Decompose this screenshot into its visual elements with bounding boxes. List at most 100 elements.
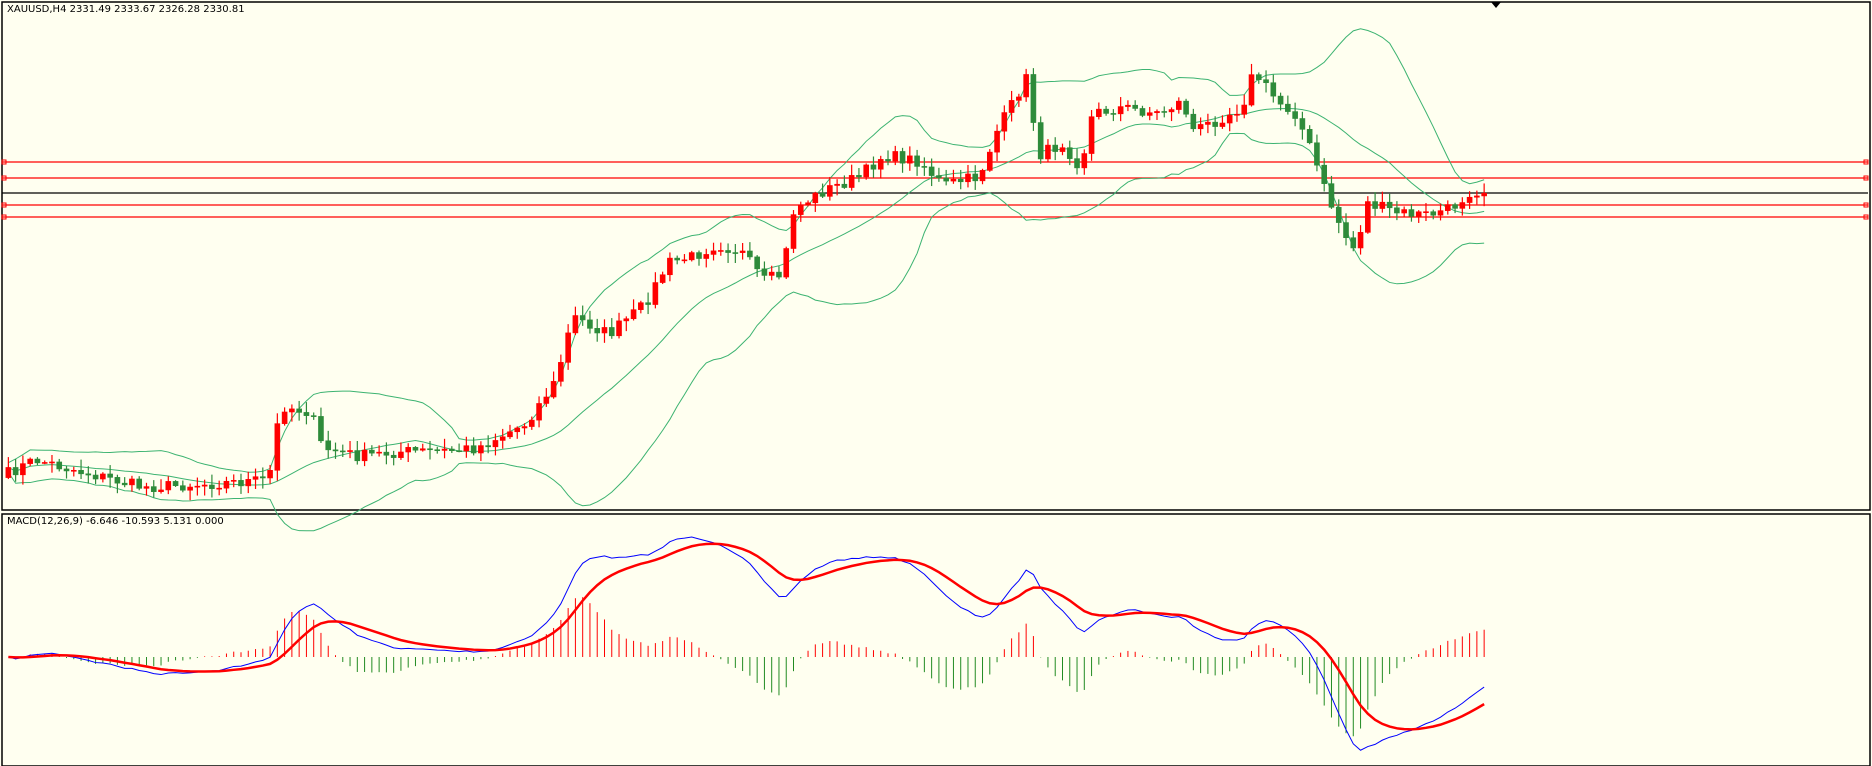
macd-panel[interactable] <box>1 513 1871 766</box>
bear-candle <box>1161 111 1168 113</box>
bear-candle <box>870 164 877 170</box>
bear-candle <box>1328 183 1335 208</box>
bear-candle <box>172 481 179 486</box>
bull-candle <box>281 411 288 424</box>
bear-candle <box>12 467 19 476</box>
bear-candle <box>1190 113 1197 130</box>
bull-candle <box>790 214 797 249</box>
bull-candle <box>834 183 840 186</box>
bear-candle <box>587 319 593 329</box>
bear-candle <box>776 271 782 278</box>
bear-candle <box>732 252 739 254</box>
bull-candle <box>201 484 208 487</box>
bear-candle <box>1074 158 1080 169</box>
bear-candle <box>1183 100 1189 115</box>
bull-candle <box>907 155 913 164</box>
bull-candle <box>710 250 717 255</box>
bull-candle <box>1168 109 1175 113</box>
bear-candle <box>1343 222 1349 239</box>
bull-candle <box>848 175 855 188</box>
bear-candle <box>1277 95 1284 105</box>
bull-candle <box>543 396 550 404</box>
bear-candle <box>696 252 702 259</box>
bear-candle <box>390 454 397 458</box>
bull-candle <box>194 485 201 488</box>
chart-canvas[interactable] <box>0 0 1872 766</box>
bear-candle <box>943 177 949 182</box>
bull-candle <box>1023 74 1029 98</box>
bear-candle <box>1306 129 1313 144</box>
bull-candle <box>994 130 1000 153</box>
bull-candle <box>100 473 106 480</box>
bear-candle <box>914 155 920 167</box>
bull-candle <box>41 462 48 464</box>
bull-candle <box>1176 100 1182 110</box>
bear-candle <box>928 166 935 176</box>
bear-candle <box>136 478 143 489</box>
bull-candle <box>158 489 164 492</box>
bear-candle <box>1299 118 1306 130</box>
bull-candle <box>877 159 884 170</box>
bear-candle <box>470 445 477 454</box>
bear-candle <box>899 151 906 164</box>
bull-candle <box>252 476 259 480</box>
bear-candle <box>1350 237 1357 249</box>
bull-candle <box>558 362 564 382</box>
bear-candle <box>121 482 128 486</box>
bear-candle <box>485 445 491 448</box>
bear-candle <box>957 178 964 183</box>
bear-candle <box>449 448 455 452</box>
bear-candle <box>34 458 41 464</box>
bear-candle <box>318 416 324 442</box>
bull-candle <box>986 151 993 171</box>
bear-candle <box>1212 121 1218 127</box>
bull-candle <box>1401 209 1407 214</box>
bull-candle <box>536 403 542 421</box>
bear-candle <box>434 449 441 452</box>
bull-candle <box>1219 122 1226 127</box>
bull-candle <box>1365 201 1371 233</box>
bull-candle <box>347 450 353 452</box>
bull-candle <box>478 445 484 454</box>
bull-candle <box>805 202 811 206</box>
bull-candle <box>1234 114 1240 116</box>
bull-candle <box>1008 100 1015 113</box>
bear-candle <box>936 175 942 179</box>
bull-candle <box>143 486 150 489</box>
bear-candle <box>754 256 760 270</box>
bear-candle <box>1110 113 1117 115</box>
bull-candle <box>514 427 521 433</box>
bull-candle <box>1146 112 1153 116</box>
bull-candle <box>492 440 499 448</box>
bear-candle <box>594 328 601 334</box>
bear-candle <box>1408 209 1415 217</box>
bear-candle <box>1292 111 1298 119</box>
bear-candle <box>92 474 99 480</box>
bull-candle <box>499 436 506 441</box>
chart-shift-marker[interactable] <box>1491 2 1501 8</box>
bull-candle <box>223 480 230 489</box>
bear-candle <box>114 477 121 484</box>
bull-candle <box>1205 121 1211 125</box>
bull-candle <box>1226 114 1233 124</box>
bull-candle <box>681 259 688 262</box>
bear-candle <box>841 183 848 188</box>
bear-candle <box>1452 204 1458 209</box>
bull-candle <box>1481 192 1487 197</box>
bull-candle <box>216 487 222 490</box>
main-panel[interactable] <box>1 1 1871 511</box>
bear-candle <box>972 173 979 182</box>
bear-candle <box>1386 201 1393 209</box>
bull-candle <box>1117 106 1124 115</box>
bull-candle <box>950 178 957 182</box>
bull-candle <box>1444 204 1451 211</box>
bull-candle <box>1241 104 1248 115</box>
bull-candle <box>601 327 608 334</box>
bull-candle <box>49 461 55 464</box>
bull-candle <box>718 250 724 252</box>
bull-candle <box>1437 210 1444 216</box>
bear-candle <box>1314 142 1320 166</box>
bear-candle <box>303 412 310 416</box>
bull-candle <box>230 480 237 482</box>
bear-candle <box>579 315 586 321</box>
